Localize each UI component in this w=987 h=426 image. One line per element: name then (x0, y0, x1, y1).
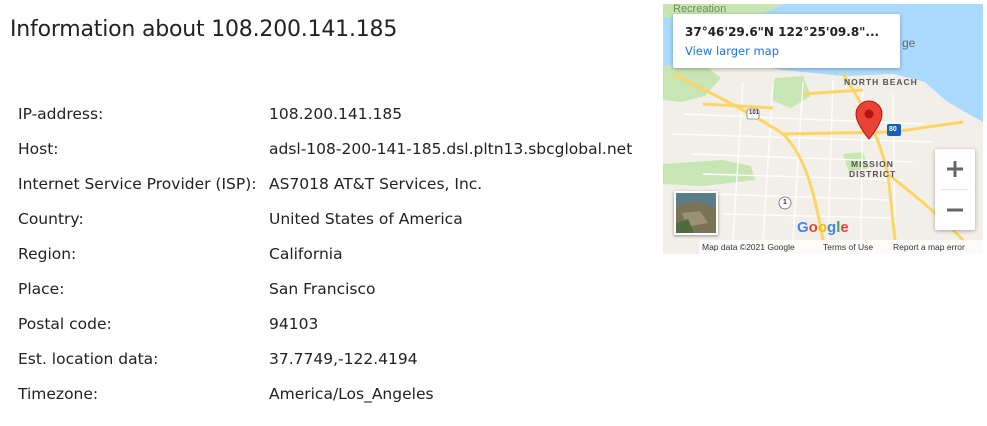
report-map-error-link[interactable]: Report a map error (893, 242, 965, 252)
row-label: Region: (18, 244, 77, 263)
zoom-in-button[interactable] (935, 149, 975, 189)
table-row: Timezone: America/Los_Angeles (18, 376, 632, 411)
row-label: Postal code: (18, 314, 112, 333)
row-label: Country: (18, 209, 84, 228)
location-pin-icon[interactable] (855, 100, 883, 140)
row-value: California (269, 244, 343, 263)
row-label: Internet Service Provider (ISP): (18, 174, 257, 193)
plus-icon (947, 161, 963, 177)
row-label: Host: (18, 139, 59, 158)
map-attribution: Map data ©2021 Google Terms of Use Repor… (699, 240, 983, 254)
map-label-north-beach: NORTH BEACH (844, 77, 918, 87)
google-logo: Google (797, 219, 849, 236)
ip-info-table: IP-address: 108.200.141.185 Host: adsl-1… (18, 96, 632, 411)
table-row: Country: United States of America (18, 201, 632, 236)
row-label: Timezone: (18, 384, 99, 403)
row-value: United States of America (269, 209, 463, 228)
table-row: Host: adsl-108-200-141-185.dsl.pltn13.sb… (18, 131, 632, 166)
map-info-window: 37°46'29.6"N 122°25'09.8"... View larger… (673, 14, 900, 68)
row-label: IP-address: (18, 104, 104, 123)
row-label: Place: (18, 279, 65, 298)
table-row: Region: California (18, 236, 632, 271)
google-logo-letter: o (808, 219, 818, 236)
row-value: 108.200.141.185 (269, 104, 403, 123)
satellite-thumbnail-icon (676, 193, 716, 233)
map-data-attribution: Map data ©2021 Google (702, 242, 795, 252)
google-logo-letter: o (817, 219, 828, 236)
row-value: AS7018 AT&T Services, Inc. (269, 174, 483, 193)
table-row: Internet Service Provider (ISP): AS7018 … (18, 166, 632, 201)
terms-of-use-link[interactable]: Terms of Use (823, 242, 873, 252)
zoom-out-button[interactable] (935, 190, 975, 230)
table-row: Est. location data: 37.7749,-122.4194 (18, 341, 632, 376)
view-larger-map-link[interactable]: View larger map (685, 44, 779, 58)
google-logo-letter: g (827, 219, 837, 236)
map-label-mission: MISSION (851, 159, 894, 169)
zoom-control (935, 149, 975, 230)
table-row: IP-address: 108.200.141.185 (18, 96, 632, 131)
table-row: Place: San Francisco (18, 271, 632, 306)
route-shield-1: 1 (783, 199, 787, 206)
route-shield-101: 101 (749, 110, 760, 116)
map-label-ge: ge (902, 36, 916, 50)
table-row: Postal code: 94103 (18, 306, 632, 341)
google-logo-letters: Google (797, 219, 849, 236)
satellite-toggle-button[interactable] (674, 191, 718, 235)
google-logo-letter: G (797, 219, 809, 236)
embedded-map[interactable]: Recreation NORTH BEACH MISSION DISTRICT … (663, 4, 983, 254)
row-label: Est. location data: (18, 349, 159, 368)
google-logo-letter: e (840, 219, 849, 236)
page-title: Information about 108.200.141.185 (10, 17, 398, 42)
row-value: America/Los_Angeles (269, 384, 434, 403)
route-shield-80: 80 (889, 126, 897, 133)
row-value: San Francisco (269, 279, 376, 298)
row-value: 37.7749,-122.4194 (269, 349, 418, 368)
row-value: adsl-108-200-141-185.dsl.pltn13.sbcgloba… (269, 139, 633, 158)
minus-icon (947, 208, 963, 212)
row-value: 94103 (269, 314, 319, 333)
info-window-coords: 37°46'29.6"N 122°25'09.8"... (685, 25, 880, 39)
map-label-district: DISTRICT (849, 169, 897, 179)
